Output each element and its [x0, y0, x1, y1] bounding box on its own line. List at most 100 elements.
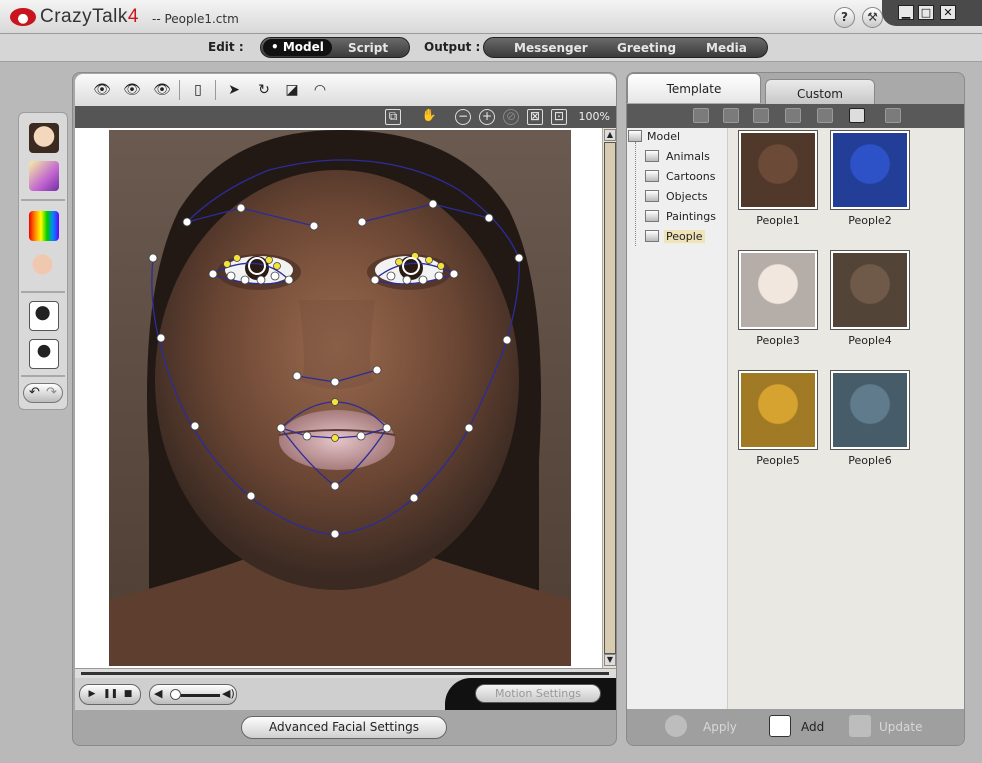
template-thumb-people5[interactable] — [738, 370, 818, 450]
volume-rail[interactable] — [176, 694, 220, 697]
redo-icon[interactable]: ↷ — [46, 385, 57, 400]
copy-icon[interactable] — [753, 108, 769, 123]
tree-item-people[interactable]: People — [664, 230, 705, 243]
paste-icon[interactable] — [785, 108, 801, 123]
toolbar-separator — [215, 80, 216, 100]
undo-icon[interactable]: ↶ — [29, 385, 40, 400]
profile-tool[interactable] — [29, 339, 59, 369]
scroll-down-icon[interactable]: ▼ — [604, 654, 616, 666]
tab-model[interactable]: • Model — [263, 39, 332, 56]
face-canvas[interactable] — [75, 128, 602, 668]
motion-settings-button[interactable]: Motion Settings — [475, 684, 601, 703]
viewer-toolbar: 👁 👁 👁 ▯ ➤ ↻ ◪ ◠ — [75, 74, 616, 106]
vertical-scrollbar[interactable]: ▲ ▼ — [602, 128, 616, 668]
template-grid: People1 People2 People3 People4 People5 … — [728, 128, 964, 709]
mask-tool[interactable] — [29, 301, 59, 331]
portrait-image — [833, 253, 907, 327]
advanced-facial-settings-button[interactable]: Advanced Facial Settings — [241, 716, 447, 739]
fit-view-icon[interactable]: ⧉ — [385, 109, 401, 125]
template-label: People4 — [848, 334, 892, 347]
eye-icon[interactable]: 👁 — [93, 82, 111, 98]
tab-media[interactable]: Media — [706, 41, 747, 55]
app-name: CrazyTalk4 — [40, 6, 139, 27]
edit-mode-group: • Model Script — [260, 37, 410, 58]
speaker-icon[interactable]: ◀) — [222, 687, 235, 700]
face-fitting-tool[interactable] — [29, 251, 59, 281]
template-thumb-people6[interactable] — [830, 370, 910, 450]
pointer-icon[interactable]: ➤ — [225, 82, 243, 98]
volume-slider[interactable] — [170, 689, 181, 700]
portrait-image — [741, 253, 815, 327]
color-adjust-tool[interactable] — [29, 211, 59, 241]
portrait-image — [833, 373, 907, 447]
portrait-image — [741, 373, 815, 447]
zoom-out-icon[interactable]: − — [455, 109, 471, 125]
open-folder-icon[interactable] — [693, 108, 709, 123]
tool-separator — [21, 375, 65, 377]
scroll-up-icon[interactable]: ▲ — [604, 129, 616, 141]
tree-item-objects[interactable]: Objects — [666, 190, 708, 203]
minimize-button[interactable]: ▁ — [898, 5, 914, 20]
tab-custom[interactable]: Custom — [765, 79, 875, 105]
update-button[interactable]: Update — [879, 720, 922, 734]
category-icon — [645, 150, 659, 162]
crop-icon[interactable]: ◪ — [283, 82, 301, 98]
zoom-in-icon[interactable]: + — [479, 109, 495, 125]
face-import-tool[interactable] — [29, 123, 59, 153]
save-icon[interactable] — [885, 108, 901, 123]
template-toolbar — [627, 104, 964, 128]
rotate-icon[interactable]: ↻ — [255, 82, 273, 98]
tree-item-paintings[interactable]: Paintings — [666, 210, 716, 223]
eye-open-icon[interactable]: 👁 — [123, 82, 141, 98]
add-button[interactable]: Add — [801, 720, 824, 734]
zoom-bar: ⧉ ✋ − + ⊘ ⊠ ⊡ 100% — [75, 106, 616, 128]
zoom-reset-icon[interactable]: ⊘ — [503, 109, 519, 125]
template-label: People1 — [756, 214, 800, 227]
close-button[interactable]: ✕ — [940, 5, 956, 20]
page-icon[interactable]: ▯ — [189, 82, 207, 98]
tab-messenger[interactable]: Messenger — [514, 41, 588, 55]
update-icon[interactable] — [849, 715, 871, 737]
apply-button[interactable]: Apply — [703, 720, 737, 734]
lips-icon[interactable]: ◠ — [311, 82, 329, 98]
zoom-level: 100% — [578, 110, 610, 123]
tools-button[interactable]: ⚒ — [862, 7, 883, 28]
play-icon[interactable]: ▶ — [85, 688, 99, 701]
undo-redo-group: ↶ ↷ — [23, 383, 63, 403]
tree-item-animals[interactable]: Animals — [666, 150, 710, 163]
maximize-button[interactable]: □ — [918, 5, 934, 20]
template-thumb-people2[interactable] — [830, 130, 910, 210]
face-photo[interactable] — [109, 130, 571, 666]
tool-separator — [21, 291, 65, 293]
template-thumb-people4[interactable] — [830, 250, 910, 330]
scroll-thumb[interactable] — [604, 142, 616, 654]
background-tool[interactable] — [29, 161, 59, 191]
delete-icon[interactable] — [817, 108, 833, 123]
actual-size-icon[interactable]: ⊡ — [551, 109, 567, 125]
apply-icon[interactable] — [665, 715, 687, 737]
duplicate-icon[interactable] — [723, 108, 739, 123]
tab-template[interactable]: Template — [627, 73, 761, 103]
tab-greeting[interactable]: Greeting — [617, 41, 676, 55]
tree-item-cartoons[interactable]: Cartoons — [666, 170, 715, 183]
timeline[interactable] — [75, 668, 616, 678]
speaker-mute-icon[interactable]: ◀ — [154, 687, 162, 700]
timeline-track[interactable] — [81, 672, 609, 675]
stop-icon[interactable]: ■ — [121, 688, 135, 701]
tool-column: ↶ ↷ — [18, 112, 68, 410]
viewer-panel: 👁 👁 👁 ▯ ➤ ↻ ◪ ◠ ⧉ ✋ − + ⊘ ⊠ ⊡ 100% ▲ ▼ ▶… — [72, 72, 617, 746]
template-thumb-people3[interactable] — [738, 250, 818, 330]
template-label: People2 — [848, 214, 892, 227]
fit-window-icon[interactable]: ⊠ — [527, 109, 543, 125]
help-button[interactable]: ? — [834, 7, 855, 28]
eye-lashes-icon[interactable]: 👁 — [153, 82, 171, 98]
tree-root[interactable]: Model — [647, 130, 680, 143]
pause-icon[interactable]: ❚❚ — [103, 688, 118, 701]
add-icon[interactable] — [769, 715, 791, 737]
document-name: -- People1.ctm — [152, 12, 239, 26]
thumbnail-view-icon[interactable] — [849, 108, 865, 123]
tab-script[interactable]: Script — [348, 41, 388, 55]
hand-icon[interactable]: ✋ — [421, 109, 437, 125]
volume-control: ◀ ◀) — [149, 684, 237, 705]
template-thumb-people1[interactable] — [738, 130, 818, 210]
